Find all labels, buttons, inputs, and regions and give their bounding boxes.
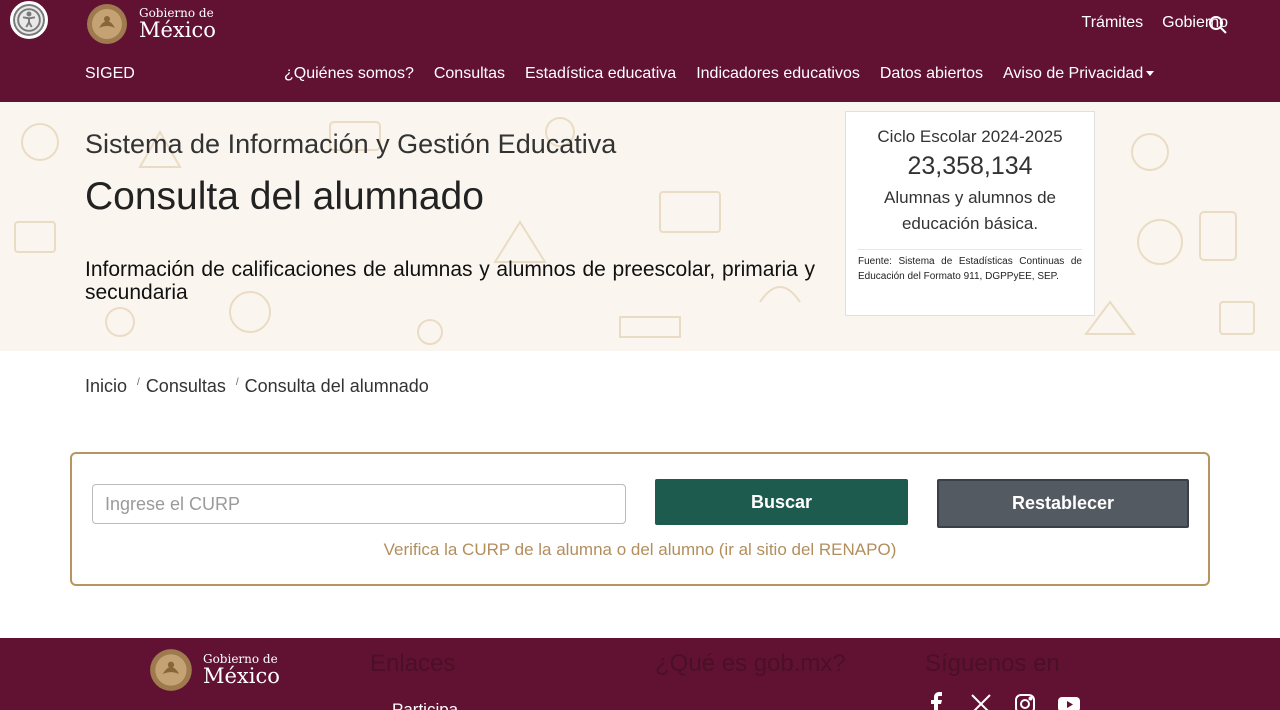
footer-link-participa[interactable]: Participa <box>392 700 458 710</box>
footer-logo[interactable]: Gobierno de México <box>148 647 280 693</box>
national-seal-icon <box>87 4 127 44</box>
accessibility-icon[interactable] <box>10 1 48 39</box>
search-button[interactable]: Buscar <box>655 479 908 525</box>
hero-subtitle: Sistema de Información y Gestión Educati… <box>85 129 617 159</box>
breadcrumb-separator: / <box>235 377 239 388</box>
nav-item-datos-abiertos[interactable]: Datos abiertos <box>880 65 983 83</box>
reset-button[interactable]: Restablecer <box>937 479 1189 528</box>
instagram-icon[interactable] <box>1013 692 1037 710</box>
youtube-icon[interactable] <box>1057 692 1081 710</box>
brand-siged[interactable]: SIGED <box>85 65 135 83</box>
footer-heading-que-es: ¿Qué es gob.mx? <box>655 650 846 677</box>
stat-label: Alumnas y alumnos de educación básica. <box>884 188 1056 233</box>
renapo-link[interactable]: Verifica la CURP de la alumna o del alum… <box>72 540 1208 560</box>
gobierno-logo[interactable]: Gobierno de México <box>85 2 216 46</box>
facebook-icon[interactable] <box>925 692 949 710</box>
nav-menu: ¿Quiénes somos? Consultas Estadística ed… <box>284 65 1174 83</box>
site-header: Gobierno de México Trámites Gobierno SIG… <box>0 0 1280 102</box>
breadcrumb-current: Consulta del alumnado <box>244 376 429 396</box>
social-links <box>925 692 1101 710</box>
national-seal-icon <box>150 649 192 691</box>
nav-item-aviso-label: Aviso de Privacidad <box>1003 65 1144 82</box>
curp-input[interactable] <box>92 484 626 524</box>
top-links: Trámites Gobierno <box>1063 14 1228 32</box>
nav-item-quienes-somos[interactable]: ¿Quiénes somos? <box>284 65 414 83</box>
breadcrumb-separator: / <box>137 377 140 388</box>
nav-item-indicadores[interactable]: Indicadores educativos <box>696 65 860 83</box>
stat-source: Fuente: Sistema de Estadísticas Continua… <box>858 249 1082 284</box>
breadcrumb-consultas[interactable]: Consultas <box>146 376 226 397</box>
stat-cycle: Ciclo Escolar 2024-2025 <box>877 127 1063 146</box>
chevron-down-icon <box>1146 71 1155 77</box>
curp-search-card: Buscar Restablecer Verifica la CURP de l… <box>70 452 1210 586</box>
logo-big-text: México <box>139 18 216 42</box>
search-icon[interactable] <box>1208 15 1228 35</box>
hero-description: Información de calificaciones de alumnas… <box>85 258 815 304</box>
page-title: Consulta del alumnado <box>85 175 484 218</box>
main-navbar: SIGED ¿Quiénes somos? Consultas Estadíst… <box>0 52 1280 96</box>
footer-heading-enlaces: Enlaces <box>370 650 456 677</box>
top-link-tramites[interactable]: Trámites <box>1082 14 1144 32</box>
nav-item-consultas[interactable]: Consultas <box>434 65 505 83</box>
hero-banner: Sistema de Información y Gestión Educati… <box>0 102 1280 351</box>
breadcrumb-inicio[interactable]: Inicio <box>85 376 127 397</box>
footer-logo-big: México <box>203 664 280 688</box>
stat-number: 23,358,134 <box>907 152 1033 180</box>
breadcrumb: Inicio / Consultas / Consulta del alumna… <box>85 376 429 397</box>
nav-item-aviso-privacidad[interactable]: Aviso de Privacidad <box>1003 65 1155 83</box>
footer-heading-siguenos: Síguenos en <box>925 650 1060 677</box>
nav-item-estadistica[interactable]: Estadística educativa <box>525 65 676 83</box>
x-icon[interactable] <box>969 692 993 710</box>
stat-card: Ciclo Escolar 2024-2025 23,358,134 Alumn… <box>845 111 1095 316</box>
site-footer: Gobierno de México Enlaces ¿Qué es gob.m… <box>0 638 1280 710</box>
